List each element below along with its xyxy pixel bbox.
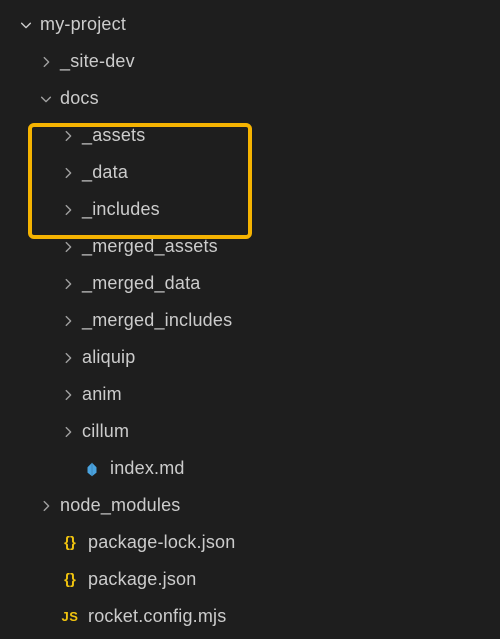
- tree-folder[interactable]: _site-dev: [0, 43, 500, 80]
- file-label: package-lock.json: [88, 532, 235, 553]
- tree-file[interactable]: {} package-lock.json: [0, 524, 500, 561]
- chevron-right-icon: [38, 54, 54, 70]
- js-file-icon: JS: [60, 607, 80, 627]
- tree-file[interactable]: {} package.json: [0, 561, 500, 598]
- tree-file[interactable]: JS rocket.config.mjs: [0, 598, 500, 635]
- tree-folder[interactable]: _merged_includes: [0, 302, 500, 339]
- tree-folder[interactable]: _merged_data: [0, 265, 500, 302]
- chevron-right-icon: [60, 350, 76, 366]
- chevron-down-icon: [38, 91, 54, 107]
- folder-label: cillum: [82, 421, 129, 442]
- file-explorer-tree: my-project _site-devdocs _assets _data _inc…: [0, 6, 500, 635]
- markdown-file-icon: [82, 459, 102, 479]
- tree-folder[interactable]: anim: [0, 376, 500, 413]
- chevron-right-icon: [60, 165, 76, 181]
- chevron-right-icon: [60, 239, 76, 255]
- tree-folder[interactable]: _merged_assets: [0, 228, 500, 265]
- folder-label: _site-dev: [60, 51, 135, 72]
- tree-root[interactable]: my-project: [0, 6, 500, 43]
- json-file-icon: {}: [60, 570, 80, 590]
- file-label: rocket.config.mjs: [88, 606, 226, 627]
- tree-folder[interactable]: cillum: [0, 413, 500, 450]
- tree-folder[interactable]: docs: [0, 80, 500, 117]
- tree-folder[interactable]: _data: [0, 154, 500, 191]
- folder-label: _data: [82, 162, 128, 183]
- folder-label: node_modules: [60, 495, 181, 516]
- folder-label: aliquip: [82, 347, 135, 368]
- folder-label: _merged_data: [82, 273, 201, 294]
- tree-folder[interactable]: _includes: [0, 191, 500, 228]
- folder-label: _merged_assets: [82, 236, 218, 257]
- file-label: package.json: [88, 569, 196, 590]
- folder-label: _assets: [82, 125, 145, 146]
- folder-label: anim: [82, 384, 122, 405]
- file-label: index.md: [110, 458, 185, 479]
- folder-label: my-project: [40, 14, 126, 35]
- chevron-right-icon: [38, 498, 54, 514]
- tree-folder[interactable]: _assets: [0, 117, 500, 154]
- chevron-right-icon: [60, 276, 76, 292]
- chevron-right-icon: [60, 387, 76, 403]
- chevron-down-icon: [18, 17, 34, 33]
- chevron-right-icon: [60, 313, 76, 329]
- folder-label: docs: [60, 88, 99, 109]
- folder-label: _merged_includes: [82, 310, 232, 331]
- chevron-right-icon: [60, 202, 76, 218]
- tree-folder[interactable]: aliquip: [0, 339, 500, 376]
- chevron-right-icon: [60, 128, 76, 144]
- chevron-right-icon: [60, 424, 76, 440]
- json-file-icon: {}: [60, 533, 80, 553]
- tree-file[interactable]: index.md: [0, 450, 500, 487]
- folder-label: _includes: [82, 199, 160, 220]
- tree-folder[interactable]: node_modules: [0, 487, 500, 524]
